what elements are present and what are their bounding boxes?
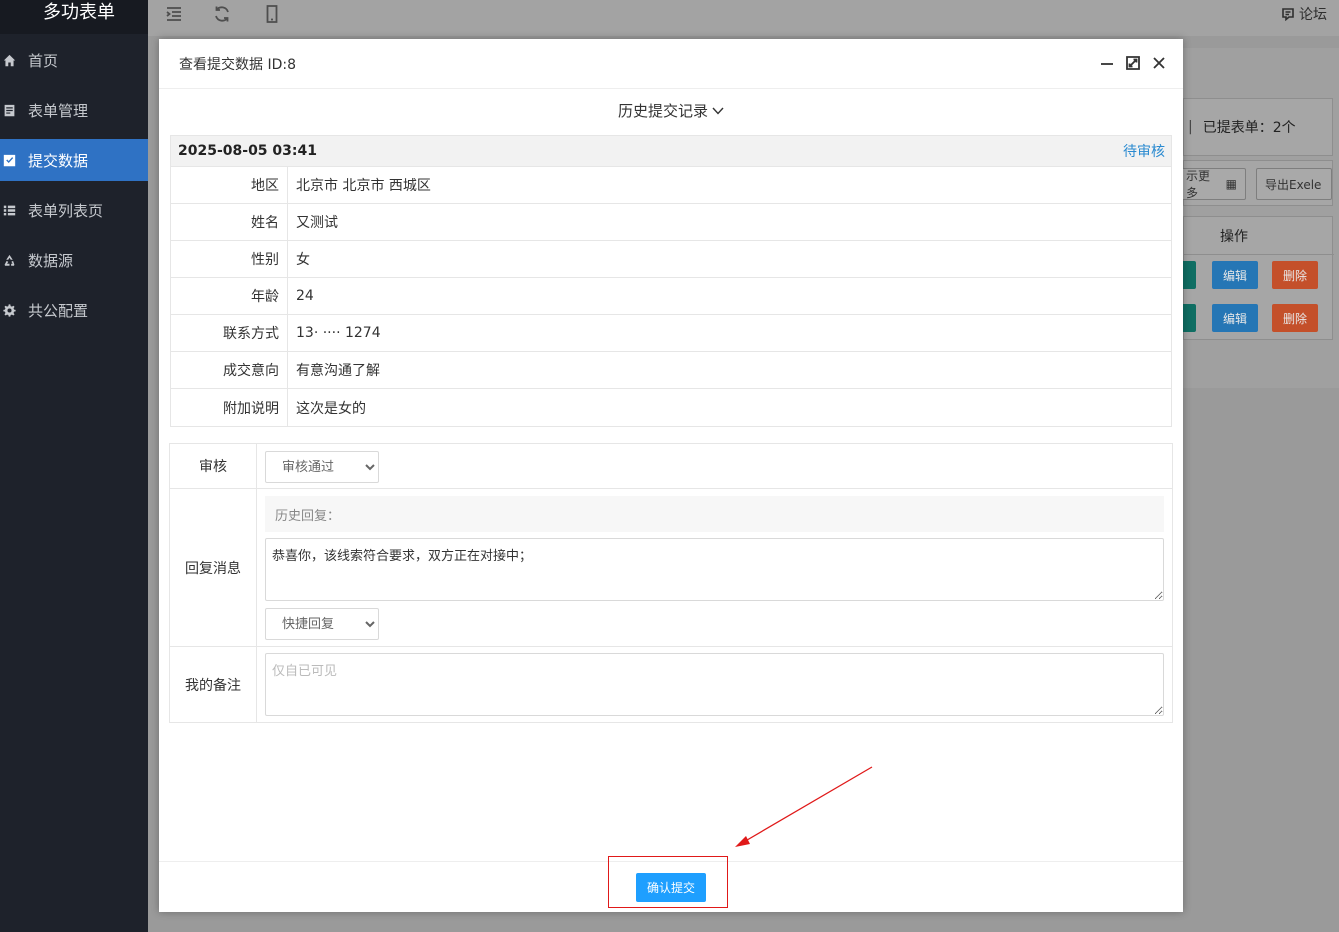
field-key: 附加说明 [171, 389, 288, 426]
sidebar-item-label: 首页 [28, 51, 59, 70]
field-value: 北京市 北京市 西城区 [296, 178, 431, 194]
sidebar-item-label: 提交数据 [28, 151, 89, 170]
audit-row: 审核 审核通过 [170, 444, 1172, 489]
sidebar-item-datasource[interactable]: 数据源 [0, 239, 148, 281]
edit-button[interactable]: 编辑 [1212, 304, 1258, 332]
delete-button[interactable]: 删除 [1272, 261, 1318, 289]
history-label: 历史提交记录 [617, 102, 708, 120]
field-key: 联系方式 [171, 315, 288, 351]
field-key: 地区 [171, 167, 288, 203]
field-key: 姓名 [171, 204, 288, 240]
delete-button[interactable]: 删除 [1272, 304, 1318, 332]
field-value: 又测试 [296, 215, 338, 231]
field-row-note: 附加说明 这次是女的 [171, 389, 1171, 426]
audit-label: 审核 [170, 444, 257, 488]
note-row: 我的备注 [170, 647, 1172, 722]
top-bar: 论坛 [148, 0, 1339, 36]
field-value: 13· ···· 1274 [296, 325, 381, 341]
note-label: 我的备注 [170, 647, 257, 722]
history-toggle[interactable]: 历史提交记录 [159, 99, 1183, 123]
mobile-icon[interactable] [262, 4, 282, 24]
submitted-count: 已提表单：2个 [1202, 120, 1296, 136]
sidebar-item-config[interactable]: 共公配置 [0, 289, 148, 331]
review-form: 审核 审核通过 回复消息 历史回复： 恭喜你，该线索符合要求，双方正在对接中； … [169, 443, 1173, 723]
forum-link[interactable]: 论坛 [1281, 4, 1327, 24]
field-row-intent: 成交意向 有意沟通了解 [171, 352, 1171, 389]
reply-textarea[interactable]: 恭喜你，该线索符合要求，双方正在对接中； [265, 538, 1164, 601]
close-icon[interactable] [1151, 55, 1167, 71]
sidebar-item-label: 数据源 [28, 251, 74, 270]
app-logo: 多功表单 [0, 0, 148, 34]
menu-fold-icon[interactable] [164, 4, 184, 24]
record-time: 2025-08-05 03:41 [178, 143, 317, 159]
audit-select[interactable]: 审核通过 [265, 451, 379, 483]
toolbar-box: 示更多 ▦ 导出Exele [1178, 160, 1333, 206]
note-textarea[interactable] [265, 653, 1164, 716]
recycle-icon [2, 253, 16, 267]
modal-header: 查看提交数据 ID:8 [159, 39, 1183, 89]
submitted-count-box: | 已提表单：2个 [1183, 98, 1333, 156]
field-row-gender: 性别 女 [171, 241, 1171, 278]
maximize-icon[interactable] [1125, 55, 1141, 71]
field-row-age: 年龄 24 [171, 278, 1171, 315]
show-more-button[interactable]: 示更多 ▦ [1178, 168, 1246, 200]
field-key: 年龄 [171, 278, 288, 314]
field-row-contact: 联系方式 13· ···· 1274 [171, 315, 1171, 352]
field-key: 性别 [171, 241, 288, 277]
sidebar-item-submissions[interactable]: 提交数据 [0, 139, 148, 181]
ops-header: 操作 [1184, 217, 1334, 255]
forum-icon [1282, 8, 1294, 21]
field-key: 成交意向 [171, 352, 288, 388]
refresh-icon[interactable] [212, 4, 232, 24]
sidebar: 多功表单 首页 表单管理 提交数据 表单列表页 数据源 共公配置 [0, 0, 148, 932]
edit-button[interactable]: 编辑 [1212, 261, 1258, 289]
field-value: 女 [296, 252, 310, 268]
background-panel: | 已提表单：2个 示更多 ▦ 导出Exele 操作 编辑 删除 编辑 删除 [1178, 48, 1339, 388]
quick-reply-select[interactable]: 快捷回复 [265, 608, 379, 640]
form-icon [2, 103, 16, 117]
check-square-icon [2, 153, 16, 167]
forum-label: 论坛 [1299, 7, 1327, 23]
list-icon [2, 203, 16, 217]
highlight-box [608, 856, 728, 908]
data-table: 操作 编辑 删除 编辑 删除 [1178, 216, 1334, 340]
modal-title: 查看提交数据 ID:8 [179, 56, 296, 73]
history-reply: 历史回复： [265, 496, 1164, 532]
gear-icon [2, 303, 16, 317]
sidebar-item-form-list[interactable]: 表单列表页 [0, 189, 148, 231]
minimize-icon[interactable] [1099, 55, 1115, 71]
field-value: 这次是女的 [296, 400, 366, 417]
sidebar-item-label: 表单管理 [28, 101, 89, 120]
field-row-name: 姓名 又测试 [171, 204, 1171, 241]
reply-row: 回复消息 历史回复： 恭喜你，该线索符合要求，双方正在对接中； 快捷回复 [170, 489, 1172, 647]
chevron-down-icon [712, 99, 724, 115]
export-excel-button[interactable]: 导出Exele [1256, 168, 1332, 200]
window-controls [1099, 55, 1167, 71]
grid-icon: ▦ [1225, 177, 1237, 191]
sidebar-item-form-manage[interactable]: 表单管理 [0, 89, 148, 131]
sidebar-item-label: 表单列表页 [28, 201, 104, 220]
sidebar-item-label: 共公配置 [28, 301, 89, 320]
record-header: 2025-08-05 03:41 待审核 [171, 136, 1171, 167]
submission-detail-modal: 查看提交数据 ID:8 历史提交记录 2025-08-05 03:41 待审核 … [159, 39, 1183, 912]
sidebar-item-home[interactable]: 首页 [0, 39, 148, 81]
field-value: 有意沟通了解 [296, 363, 380, 379]
reply-label: 回复消息 [170, 489, 257, 646]
home-icon [2, 53, 16, 67]
submission-record: 2025-08-05 03:41 待审核 地区 北京市 北京市 西城区 姓名 又… [170, 135, 1172, 427]
field-row-region: 地区 北京市 北京市 西城区 [171, 167, 1171, 204]
status-badge: 待审核 [1123, 144, 1165, 160]
field-value: 24 [296, 288, 314, 304]
